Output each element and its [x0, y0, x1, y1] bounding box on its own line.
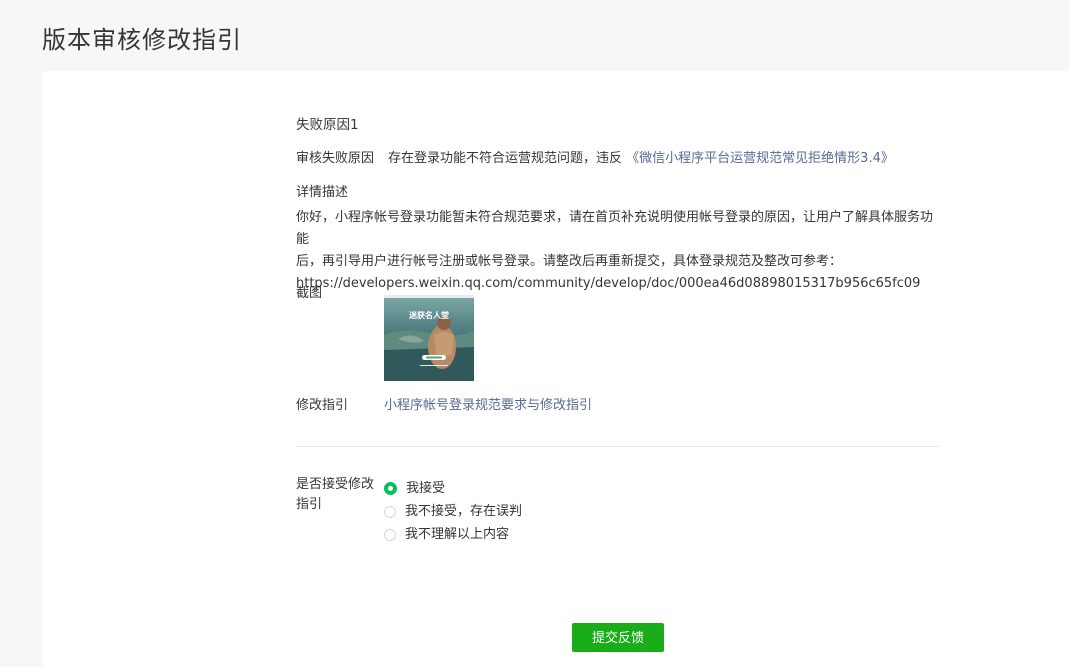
- failure-reason-label: 审核失败原因: [296, 151, 375, 166]
- radio-unchecked-icon[interactable]: [384, 505, 396, 518]
- failure-reason-text: 存在登录功能不符合运营规范问题，违反: [388, 151, 623, 166]
- guide-row: 修改指引 小程序帐号登录规范要求与修改指引: [296, 395, 592, 416]
- screenshot-thumbnail[interactable]: 迷获名人堂: [384, 295, 474, 381]
- detail-label: 详情描述: [296, 185, 349, 200]
- radio-option-accept[interactable]: 我接受: [384, 477, 522, 500]
- screenshot-caption: 迷获名人堂: [408, 310, 449, 320]
- radio-label[interactable]: 我不理解以上内容: [405, 524, 509, 545]
- radio-checked-icon[interactable]: [384, 482, 397, 495]
- radio-label[interactable]: 我不接受，存在误判: [405, 501, 522, 522]
- detail-url: https://developers.weixin.qq.com/communi…: [296, 276, 921, 291]
- screenshot-label: 截图: [296, 286, 323, 301]
- detail-description: 你好，小程序帐号登录功能暂未符合规范要求，请在首页补充说明使用帐号登录的原因，让…: [296, 207, 936, 295]
- radio-option-reject[interactable]: 我不接受，存在误判: [384, 500, 522, 523]
- rule-link[interactable]: 《微信小程序平台运营规范常见拒绝情形3.4》: [626, 151, 894, 166]
- detail-line: 你好，小程序帐号登录功能暂未符合规范要求，请在首页补充说明使用帐号登录的原因，让…: [296, 210, 934, 247]
- submit-feedback-button[interactable]: 提交反馈: [572, 623, 664, 652]
- accept-radio-group: 我接受 我不接受，存在误判 我不理解以上内容: [384, 477, 522, 546]
- page-title: 版本审核修改指引: [42, 26, 242, 54]
- radio-option-not-understand[interactable]: 我不理解以上内容: [384, 523, 522, 546]
- radio-unchecked-icon[interactable]: [384, 528, 396, 541]
- guide-link[interactable]: 小程序帐号登录规范要求与修改指引: [384, 398, 592, 413]
- review-card: 失败原因1 审核失败原因 存在登录功能不符合运营规范问题，违反 《微信小程序平台运…: [42, 71, 1069, 667]
- radio-label[interactable]: 我接受: [406, 478, 445, 499]
- failure-reason-row: 审核失败原因 存在登录功能不符合运营规范问题，违反 《微信小程序平台运营规范常见拒…: [296, 148, 894, 169]
- guide-label: 修改指引: [296, 398, 349, 413]
- failure-title: 失败原因1: [296, 117, 359, 133]
- accept-label: 是否接受修改指引: [296, 477, 375, 512]
- detail-line: 后，再引导用户进行帐号注册或帐号登录。请整改后再重新提交，具体登录规范及整改可参…: [296, 254, 843, 269]
- divider: [296, 446, 939, 447]
